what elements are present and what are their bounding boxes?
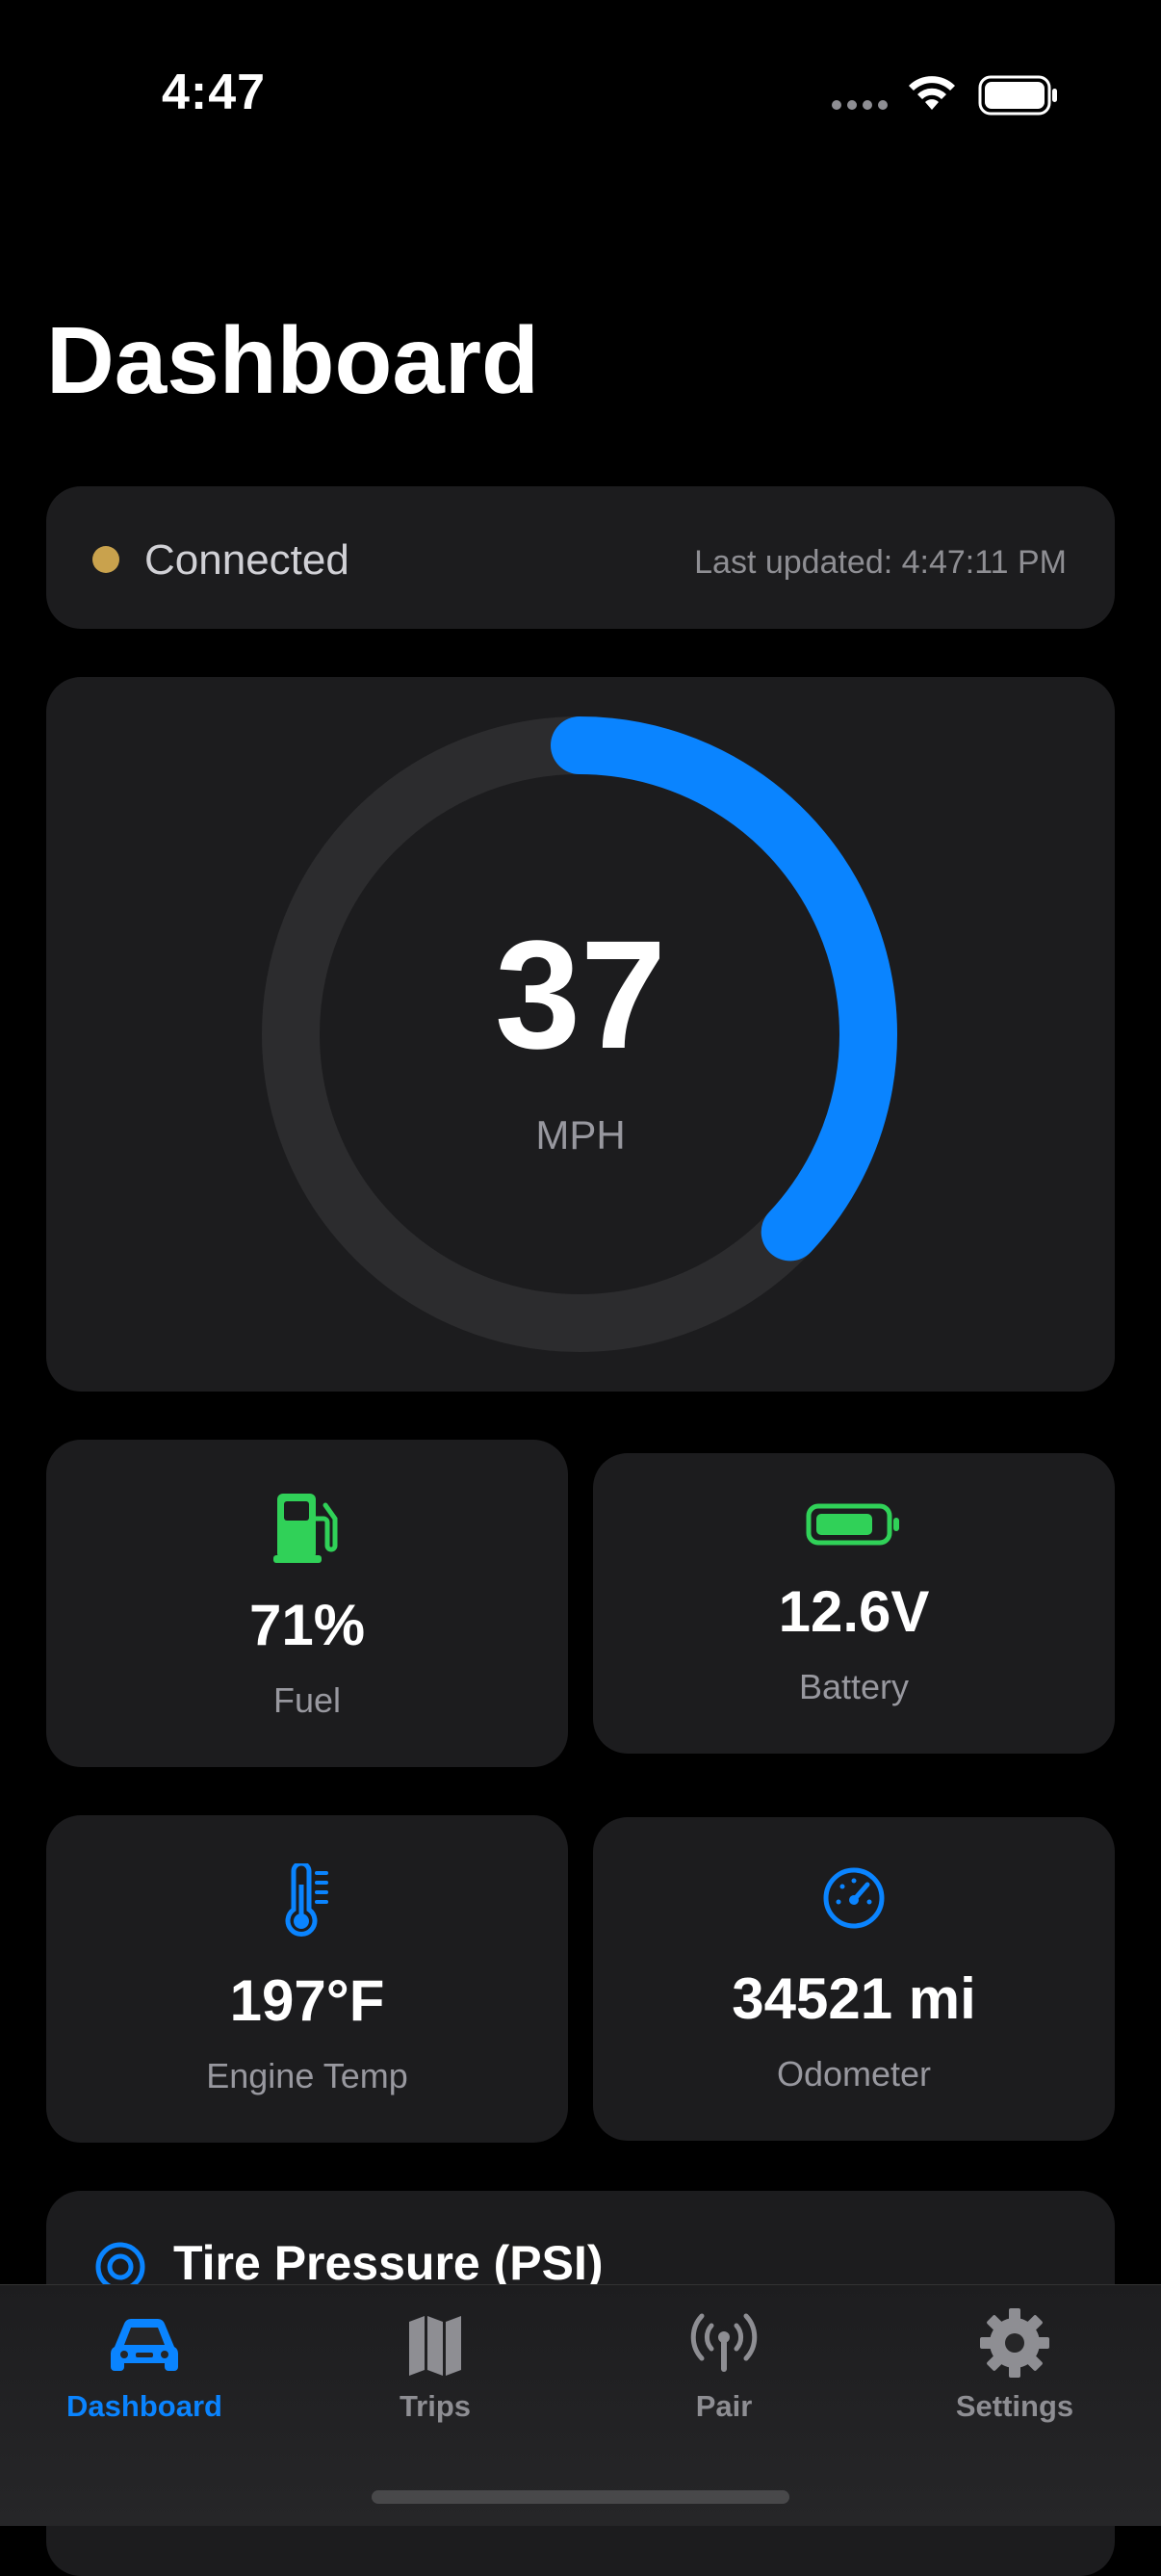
tab-pair-label: Pair	[695, 2389, 753, 2423]
last-updated-label: Last updated: 4:47:11 PM	[694, 544, 1067, 581]
gear-icon	[980, 2308, 1049, 2378]
thermometer-icon	[285, 1863, 328, 1937]
fuel-label: Fuel	[272, 1680, 342, 1720]
battery-tile: 12.6V Battery	[593, 1453, 1115, 1754]
engine-temp-tile: 197°F Engine Temp	[46, 1815, 568, 2143]
tab-settings[interactable]: Settings	[870, 2285, 1159, 2449]
fuel-value: 71%	[248, 1593, 366, 1657]
fuel-tile: 71% Fuel	[46, 1440, 568, 1767]
map-icon	[409, 2316, 461, 2376]
tab-settings-label: Settings	[955, 2389, 1074, 2423]
home-indicator	[372, 2490, 789, 2504]
cellular-signal-icon	[832, 100, 890, 112]
status-time: 4:47	[162, 65, 267, 120]
connection-status-dot	[92, 546, 119, 573]
battery-icon	[806, 1503, 899, 1546]
battery-label: Battery	[798, 1667, 910, 1706]
speed-unit: MPH	[535, 1112, 626, 1158]
tab-pair[interactable]: Pair	[580, 2285, 868, 2449]
page-title: Dashboard	[46, 307, 539, 413]
speedometer-icon	[823, 1867, 885, 1929]
fuel-pump-icon	[273, 1494, 338, 1563]
engine-temp-label: Engine Temp	[206, 2056, 408, 2095]
car-icon	[110, 2319, 179, 2371]
engine-temp-value: 197°F	[229, 1968, 385, 2033]
tire-pressure-title: Tire Pressure (PSI)	[173, 2236, 604, 2290]
tab-dashboard-label: Dashboard	[66, 2389, 222, 2423]
odometer-label: Odometer	[776, 2054, 932, 2094]
status-bar: 4:47	[0, 0, 1161, 193]
connection-status-label: Connected	[144, 536, 349, 584]
speed-value: 37	[495, 908, 666, 1080]
battery-value: 12.6V	[778, 1579, 930, 1644]
tab-trips-label: Trips	[399, 2389, 472, 2423]
battery-status-icon	[978, 75, 1057, 116]
wifi-icon	[909, 76, 955, 110]
odometer-value: 34521 mi	[732, 1966, 976, 2031]
odometer-tile: 34521 mi Odometer	[593, 1817, 1115, 2141]
tab-dashboard[interactable]: Dashboard	[0, 2285, 289, 2449]
tab-trips[interactable]: Trips	[291, 2285, 580, 2449]
antenna-icon	[690, 2313, 758, 2372]
connection-status-card: Connected Last updated: 4:47:11 PM	[46, 486, 1115, 629]
speed-gauge-card: 37 MPH	[46, 677, 1115, 1392]
